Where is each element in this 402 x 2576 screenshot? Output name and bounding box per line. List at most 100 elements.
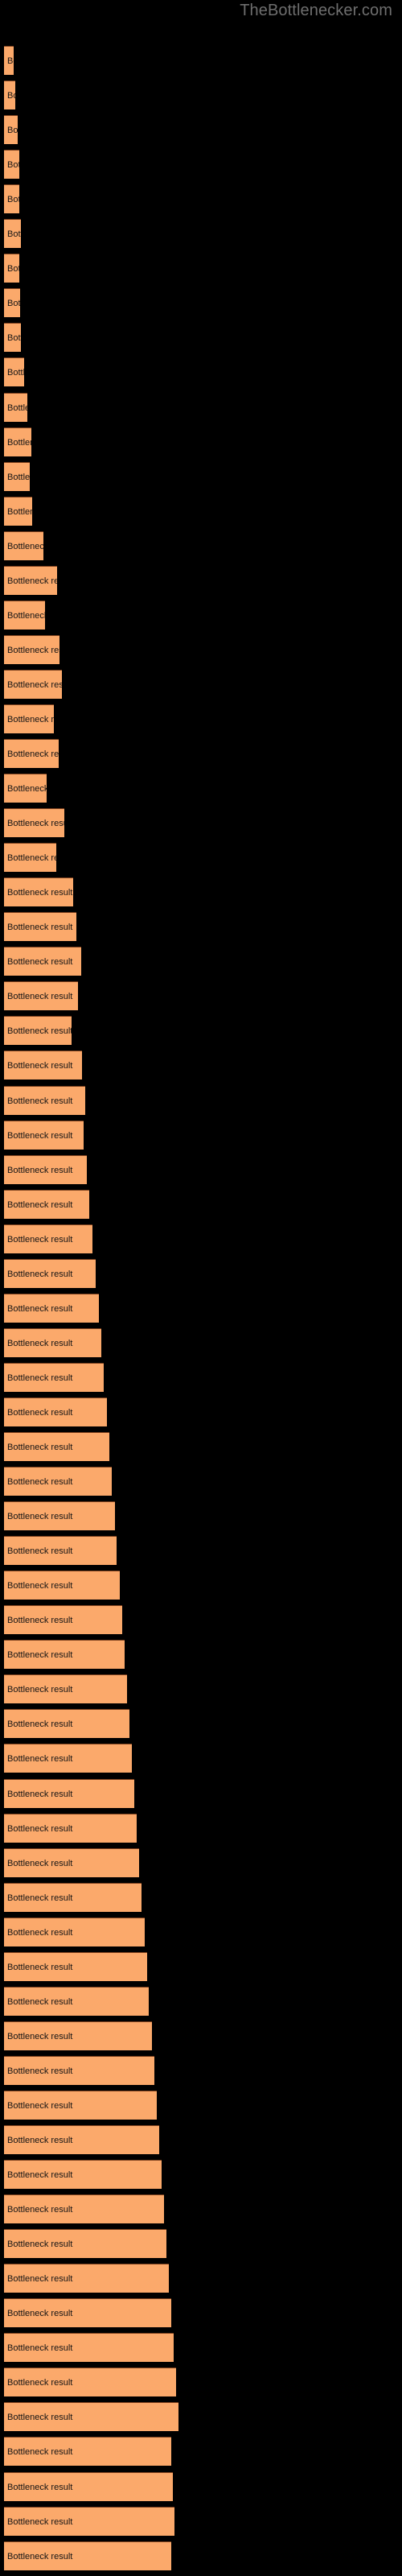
bar-item[interactable]: Bottleneck result [4,877,73,906]
bar-item[interactable]: Bottleneck result [4,1674,127,1703]
bar-label: Bottleneck result [7,1580,73,1591]
bar-item[interactable]: Bottleneck result [4,1779,134,1808]
bar-label: Bottleneck result [7,1234,73,1245]
bar-label: Bottleneck result [7,2031,73,2041]
bar-item[interactable]: Bottleneck result [4,1259,96,1288]
bar-item[interactable]: Bottleneck result [4,80,15,109]
bar-item[interactable]: Bottleneck result [4,670,62,699]
bar-item[interactable]: Bottleneck result [4,1051,82,1080]
bar-item[interactable]: Bottleneck result [4,1848,139,1877]
bar-item[interactable]: Bottleneck result [4,912,76,941]
bar-label: Bottleneck result [7,1060,73,1071]
bar-item[interactable]: Bottleneck result [4,704,54,733]
bar-item[interactable]: Bottleneck result [4,1987,149,2016]
bar-item[interactable]: Bottleneck result [4,981,78,1010]
bar-item[interactable]: Bottleneck result [4,601,45,630]
bar-label: Bottleneck result [7,2516,73,2527]
bar-item[interactable]: Bottleneck result [4,1155,87,1184]
bar-item[interactable]: Bottleneck result [4,2472,173,2501]
bar-item[interactable]: Bottleneck result [4,1501,115,1530]
bar-item[interactable]: Bottleneck result [4,219,21,248]
bar-label: Bottleneck result [7,1407,73,1418]
bar-item[interactable]: Bottleneck result [4,2160,162,2189]
bar-label: Bottleneck result [7,367,24,378]
bar-label: Bottleneck result [7,1789,73,1799]
bar-item[interactable]: Bottleneck result [4,1363,104,1392]
bar-item[interactable]: Bottleneck result [4,2437,171,2466]
bar-item[interactable]: Bottleneck result [4,2402,178,2431]
bar-label: Bottleneck result [7,332,21,343]
bar-item[interactable]: Bottleneck result [4,462,30,491]
bar-item[interactable]: Bottleneck result [4,947,81,976]
bar-item[interactable]: Bottleneck result [4,566,57,595]
bar-item[interactable]: Bottleneck result [4,531,43,560]
bar-item[interactable]: Bottleneck result [4,2125,159,2154]
bar-item[interactable]: Bottleneck result [4,1294,99,1323]
bar-item[interactable]: Bottleneck result [4,2507,174,2536]
bar-item[interactable]: Bottleneck result [4,1571,120,1600]
bar-item[interactable]: Bottleneck result [4,254,19,283]
bar-item[interactable]: Bottleneck result [4,1640,125,1669]
bar-label: Bottleneck result [7,1684,73,1695]
bar-label: Bottleneck result [7,2343,73,2353]
bar-item[interactable]: Bottleneck result [4,2333,174,2362]
bar-item[interactable]: Bottleneck result [4,739,59,768]
bar-label: Bottleneck result [7,749,59,759]
bar-item[interactable]: Bottleneck result [4,774,47,803]
bar-label: Bottleneck result [7,1373,73,1383]
bar-item[interactable]: Bottleneck result [4,2298,171,2327]
bar-item[interactable]: Bottleneck result [4,2021,152,2050]
bar-label: Bottleneck result [7,610,45,621]
bar-item[interactable]: Bottleneck result [4,1432,109,1461]
bar-item[interactable]: Bottleneck result [4,184,19,213]
bar-label: Bottleneck result [7,2377,73,2388]
bar-item[interactable]: Bottleneck result [4,1883,142,1912]
bar-item[interactable]: Bottleneck result [4,2194,164,2223]
bar-item[interactable]: Bottleneck result [4,1467,112,1496]
bar-label: Bottleneck result [7,2100,73,2111]
bar-label: Bottleneck result [7,1823,73,1834]
bar-item[interactable]: Bottleneck result [4,843,56,872]
bar-item[interactable]: Bottleneck result [4,497,32,526]
bar-item[interactable]: Bottleneck result [4,1016,72,1045]
bar-item[interactable]: Bottleneck result [4,115,18,144]
bar-item[interactable]: Bottleneck result [4,323,21,352]
bar-label: Bottleneck result [7,1442,73,1452]
bar-item[interactable]: Bottleneck result [4,288,20,317]
bar-item[interactable]: Bottleneck result [4,1814,137,1843]
bar-item[interactable]: Bottleneck result [4,2541,171,2570]
bar-item[interactable]: Bottleneck result [4,357,24,386]
bar-label: Bottleneck result [7,1649,73,1660]
bar-item[interactable]: Bottleneck result [4,2056,154,2085]
bar-label: Bottleneck result [7,90,15,101]
bar-label: Bottleneck result [7,1858,73,1868]
bar-item[interactable]: Bottleneck result [4,1086,85,1115]
bar-label: Bottleneck result [7,2135,73,2145]
bar-label: Bottleneck result [7,1511,73,1521]
bar-item[interactable]: Bottleneck result [4,393,27,422]
bar-item[interactable]: Bottleneck result [4,2091,157,2120]
bar-item[interactable]: Bottleneck result [4,635,59,664]
bar-item[interactable]: Bottleneck result [4,1605,122,1634]
bar-item[interactable]: Bottleneck result [4,150,19,179]
bar-item[interactable]: Bottleneck result [4,1744,132,1773]
bar-label: Bottleneck result [7,1338,73,1348]
bar-item[interactable]: Bottleneck result [4,2229,166,2258]
bar-item[interactable]: Bottleneck result [4,808,64,837]
bar-item[interactable]: Bottleneck result [4,427,31,456]
bar-item[interactable]: Bottleneck result [4,1709,129,1738]
bar-item[interactable]: Bottleneck result [4,1328,101,1357]
bar-item[interactable]: Bottleneck result [4,2368,176,2396]
bar-item[interactable]: Bottleneck result [4,1224,92,1253]
bar-label: Bottleneck result [7,1026,72,1036]
bar-item[interactable]: Bottleneck result [4,1536,117,1565]
bottleneck-bar-chart: TheBottlenecker.com Bottleneck resultBot… [0,0,402,2576]
bar-item[interactable]: Bottleneck result [4,2264,169,2293]
bar-item[interactable]: Bottleneck result [4,1190,89,1219]
bar-item[interactable]: Bottleneck result [4,1397,107,1426]
bar-item[interactable]: Bottleneck result [4,46,14,75]
bar-item[interactable]: Bottleneck result [4,1121,84,1150]
bar-label: Bottleneck result [7,1753,73,1764]
bar-item[interactable]: Bottleneck result [4,1952,147,1981]
bar-item[interactable]: Bottleneck result [4,1918,145,1946]
